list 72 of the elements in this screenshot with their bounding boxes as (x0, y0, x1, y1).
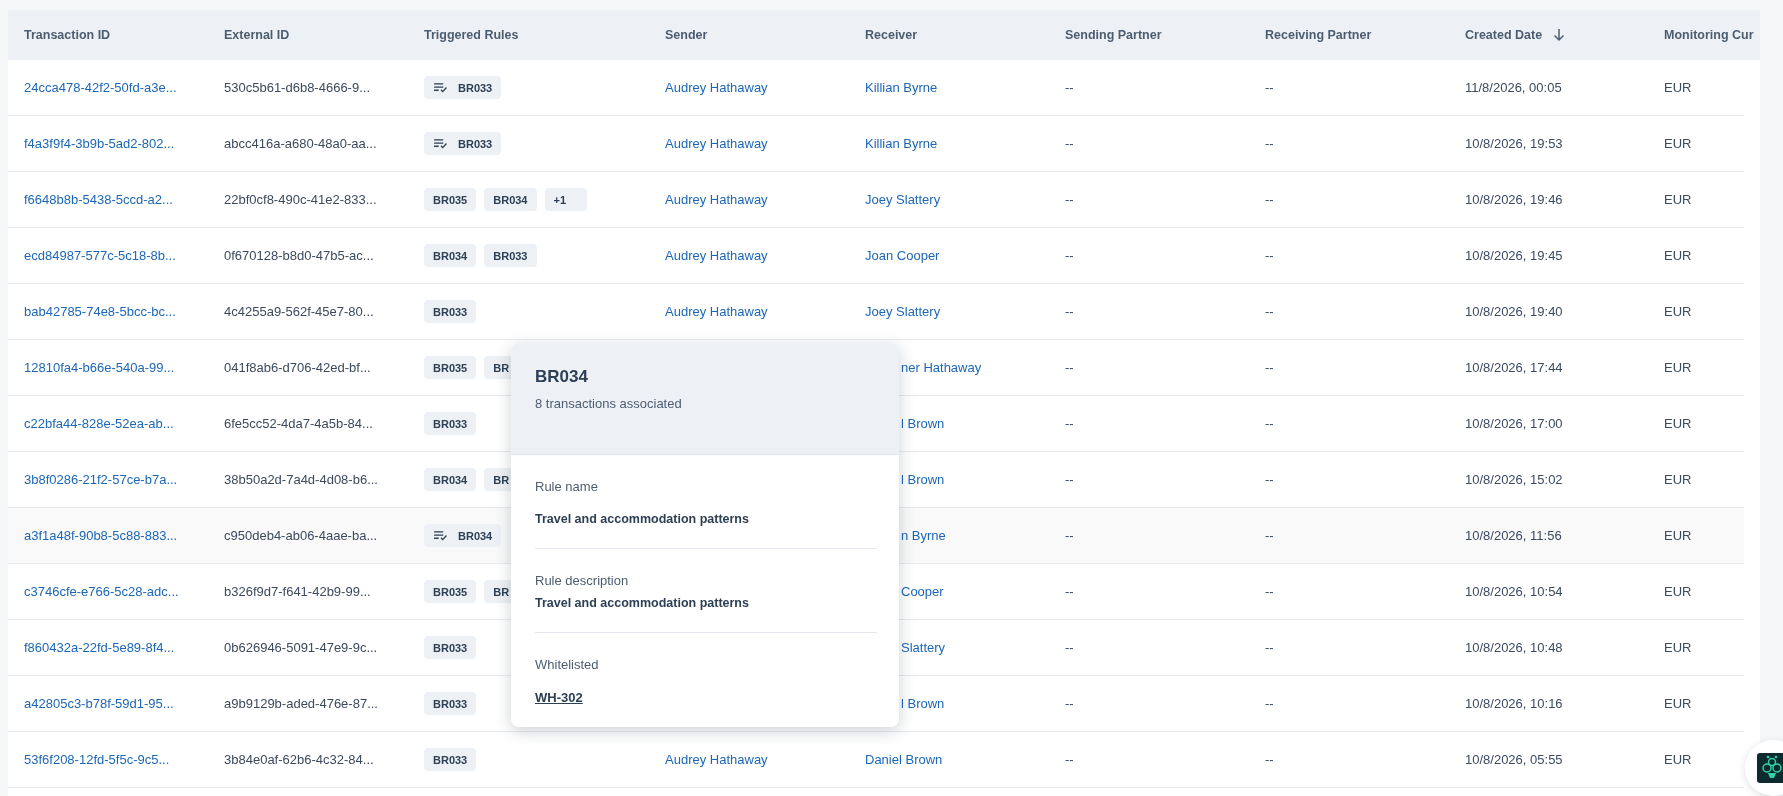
table-cell: -- (1265, 472, 1274, 487)
field-value: Travel and accommodation patterns (535, 512, 750, 526)
table-cell: 10/8/2026, 10:48 (1465, 640, 1563, 655)
table-cell: 6fe5cc52-4da7-4a5b-84... (224, 416, 373, 431)
table-cell: 0b626946-5091-47e9-9c... (224, 640, 378, 655)
field-label: Rule description (535, 573, 630, 588)
table-cell: -- (1065, 640, 1074, 655)
table-cell: 0f670128-b8d0-47b5-ac... (224, 248, 374, 263)
table-cell: EUR (1664, 472, 1692, 487)
table-cell: a9b9129b-aded-476e-87... (224, 696, 378, 711)
table-cell: 10/8/2026, 19:53 (1465, 136, 1563, 151)
table-cell: -- (1265, 136, 1274, 151)
table-cell: -- (1265, 584, 1274, 599)
table-cell: 22bf0cf8-490c-41e2-833... (224, 192, 377, 207)
table-cell: -- (1065, 360, 1074, 375)
table-cell: -- (1065, 696, 1074, 711)
table-cell: -- (1065, 416, 1074, 431)
table-cell: EUR (1664, 584, 1692, 599)
table-cell: EUR (1664, 696, 1692, 711)
table-cell: EUR (1664, 360, 1692, 375)
table-cell: 10/8/2026, 10:16 (1465, 696, 1563, 711)
table-cell: 10/8/2026, 15:02 (1465, 472, 1563, 487)
table-cell: 10/8/2026, 05:55 (1465, 752, 1563, 767)
table-cell: 10/8/2026, 17:00 (1465, 416, 1563, 431)
table-cell: abcc416a-a680-48a0-aa... (224, 136, 377, 151)
table-cell: c950deb4-ab06-4aae-ba... (224, 528, 378, 543)
table-cell: -- (1265, 416, 1274, 431)
table-cell: EUR (1664, 136, 1692, 151)
table-cell: -- (1265, 304, 1274, 319)
table-cell: -- (1065, 584, 1074, 599)
table-cell: EUR (1664, 752, 1692, 767)
table-cell: -- (1065, 248, 1074, 263)
table-cell: EUR (1664, 80, 1692, 95)
table-cell: 10/8/2026, 19:40 (1465, 304, 1563, 319)
table-cell: -- (1265, 360, 1274, 375)
popover-title: BR034 (535, 367, 589, 387)
table-cell: -- (1065, 136, 1074, 151)
table-cell: -- (1265, 528, 1274, 543)
table-cell: -- (1265, 80, 1274, 95)
table-cell: EUR (1664, 304, 1692, 319)
popover-subtitle: 8 transactions associated (535, 396, 683, 411)
table-cell: 4c4255a9-562f-45e7-80... (224, 304, 374, 319)
table-cell: -- (1265, 640, 1274, 655)
table-cell: -- (1265, 248, 1274, 263)
table-cell: 10/8/2026, 17:44 (1465, 360, 1563, 375)
table-cell: EUR (1664, 640, 1692, 655)
table-cell: 11/8/2026, 00:05 (1465, 80, 1562, 95)
table-cell: 530c5b61-d6b8-4666-9... (224, 80, 370, 95)
table-cell: -- (1065, 80, 1074, 95)
table-cell: EUR (1664, 192, 1692, 207)
table-cell: -- (1065, 192, 1074, 207)
table-cell: -- (1065, 752, 1074, 767)
table-cell: b326f9d7-f641-42b9-99... (224, 584, 371, 599)
table-cell: -- (1065, 304, 1074, 319)
table-cell: EUR (1664, 416, 1692, 431)
field-label: Whitelisted (535, 657, 600, 672)
table-cell: 10/8/2026, 19:45 (1465, 248, 1563, 263)
table-cell: 041f8ab6-d706-42ed-bf... (224, 360, 371, 375)
table-cell: EUR (1664, 528, 1692, 543)
table-cell: 10/8/2026, 19:46 (1465, 192, 1563, 207)
table-cell: -- (1065, 472, 1074, 487)
table-cell: 3b84e0af-62b6-4c32-84... (224, 752, 374, 767)
field-label: Rule name (535, 479, 599, 494)
table-cell: -- (1065, 528, 1074, 543)
table-cell: -- (1265, 752, 1274, 767)
table-cell: 10/8/2026, 11:56 (1465, 528, 1562, 543)
field-value: Travel and accommodation patterns (535, 596, 750, 610)
table-cell: -- (1265, 696, 1274, 711)
table-cell: EUR (1664, 248, 1692, 263)
table-cell: 38b50a2d-7a4d-4d08-b6... (224, 472, 378, 487)
table-cell: -- (1265, 192, 1274, 207)
table-cell: 10/8/2026, 10:54 (1465, 584, 1563, 599)
